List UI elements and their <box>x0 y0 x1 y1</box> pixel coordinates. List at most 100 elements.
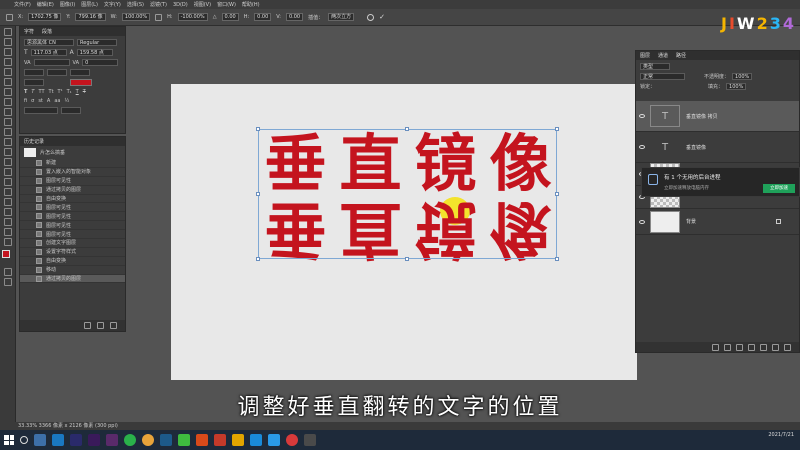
speed-up-button[interactable]: 立即加速 <box>763 184 795 193</box>
font-style-select[interactable]: Regular <box>77 39 117 46</box>
search-icon[interactable] <box>20 436 28 444</box>
layer-row[interactable]: T 垂直镜像 拷贝 <box>636 101 799 132</box>
color-swatches[interactable] <box>1 250 14 262</box>
hand-tool-icon[interactable] <box>3 218 12 226</box>
history-item[interactable]: 创建文字图层 <box>20 239 125 248</box>
menu-help[interactable]: 帮助(H) <box>242 1 260 8</box>
folder-icon[interactable] <box>232 434 244 446</box>
crop-tool-icon[interactable] <box>3 68 12 76</box>
horizontal-scale-field[interactable] <box>47 69 67 76</box>
history-item-selected[interactable]: 通过拷贝的图层 <box>20 274 125 284</box>
app-icon[interactable] <box>304 434 316 446</box>
subscript-icon[interactable]: T₁ <box>67 89 72 95</box>
layer-style-icon[interactable] <box>724 343 731 351</box>
quick-select-tool-icon[interactable] <box>3 58 12 66</box>
vertical-scale-field[interactable] <box>24 69 44 76</box>
tab-paragraph[interactable]: 段落 <box>42 28 52 35</box>
quick-mask-icon[interactable] <box>3 268 12 276</box>
app-icon[interactable] <box>250 434 262 446</box>
swash-icon[interactable]: st <box>38 98 43 104</box>
system-tray[interactable]: 2021/7/21 <box>768 432 794 438</box>
baseline-shift-field[interactable] <box>70 69 90 76</box>
font-family-select[interactable]: 思源黑体 CN <box>24 39 74 46</box>
ordinals-icon[interactable]: aa <box>54 98 60 104</box>
kerning-field[interactable] <box>33 59 70 66</box>
app-icon[interactable] <box>268 434 280 446</box>
eye-icon[interactable] <box>639 219 645 224</box>
layer-row[interactable]: 背景 <box>636 209 799 235</box>
group-icon[interactable] <box>760 343 767 351</box>
path-select-tool-icon[interactable] <box>3 198 12 206</box>
tab-channels[interactable]: 通道 <box>658 52 668 59</box>
history-item[interactable]: 移动 <box>20 266 125 275</box>
history-item[interactable]: 图层可见性 <box>20 230 125 240</box>
history-panel-title[interactable]: 历史记录 <box>24 138 44 145</box>
superscript-icon[interactable]: T¹ <box>58 89 63 95</box>
cancel-transform-icon[interactable] <box>367 13 375 21</box>
foreground-color-swatch[interactable] <box>1 250 10 258</box>
clone-stamp-tool-icon[interactable] <box>3 118 12 126</box>
tab-paths[interactable]: 路径 <box>676 52 686 59</box>
brush-tool-icon[interactable] <box>3 108 12 116</box>
lasso-tool-icon[interactable] <box>3 48 12 56</box>
strikethrough-icon[interactable]: T <box>83 89 86 95</box>
transform-handle[interactable] <box>405 127 409 131</box>
menu-image[interactable]: 图像(I) <box>60 1 75 8</box>
type-tool-icon[interactable] <box>3 188 12 196</box>
history-item[interactable]: 设置字符样式 <box>20 248 125 257</box>
transform-handle[interactable] <box>555 257 559 261</box>
camera-icon[interactable] <box>97 322 104 329</box>
layer-row[interactable]: T 垂直镜像 <box>636 132 799 163</box>
menu-type[interactable]: 文字(Y) <box>104 1 121 8</box>
menu-3d[interactable]: 3D(D) <box>173 2 188 8</box>
menu-layer[interactable]: 图层(L) <box>81 1 98 8</box>
history-item[interactable]: 置入嵌入的智能对象 <box>20 168 125 177</box>
history-item[interactable]: 自由变换 <box>20 257 125 266</box>
angle-field[interactable]: 0.00 <box>221 13 239 21</box>
tracking-field[interactable]: 0 <box>82 59 119 66</box>
gradient-tool-icon[interactable] <box>3 148 12 156</box>
old-style-icon[interactable]: σ <box>31 98 34 104</box>
faux-bold-icon[interactable]: T <box>24 89 27 95</box>
commit-transform-icon[interactable]: ✓ <box>379 13 385 21</box>
frame-tool-icon[interactable] <box>3 78 12 86</box>
eraser-tool-icon[interactable] <box>3 138 12 146</box>
y-field[interactable]: 799.16 像 <box>75 13 106 21</box>
baseline-field[interactable] <box>24 79 44 86</box>
shape-tool-icon[interactable] <box>3 208 12 216</box>
v-skew-field[interactable]: 0.00 <box>285 13 304 21</box>
fractions-icon[interactable]: ½ <box>64 98 69 104</box>
blur-tool-icon[interactable] <box>3 158 12 166</box>
marquee-tool-icon[interactable] <box>3 38 12 46</box>
menu-filter[interactable]: 滤镜(T) <box>150 1 167 8</box>
menu-file[interactable]: 文件(F) <box>14 1 31 8</box>
text-color-swatch[interactable] <box>70 79 92 86</box>
history-item[interactable]: 图层可见性 <box>20 212 125 222</box>
history-item[interactable]: 图层可见性 <box>20 177 125 186</box>
font-size-field[interactable]: 117.03 点 <box>30 49 67 56</box>
w-field[interactable]: 100.00% <box>121 13 151 21</box>
h-field[interactable]: -100.00% <box>177 13 208 21</box>
ligature-icon[interactable]: fi <box>24 98 27 104</box>
edit-toolbar-icon[interactable] <box>3 238 12 246</box>
all-caps-icon[interactable]: TT <box>38 89 44 95</box>
windows-start-icon[interactable] <box>4 435 14 445</box>
link-layers-icon[interactable] <box>712 343 719 351</box>
zoom-tool-icon[interactable] <box>3 228 12 236</box>
link-icon[interactable] <box>155 13 163 21</box>
titling-icon[interactable]: A <box>47 98 50 104</box>
faux-italic-icon[interactable]: T <box>31 89 34 95</box>
transform-handle[interactable] <box>555 127 559 131</box>
h-skew-field[interactable]: 0.00 <box>254 13 272 21</box>
transform-handle[interactable] <box>256 257 260 261</box>
transform-handle[interactable] <box>405 257 409 261</box>
transform-bounding-box[interactable] <box>256 127 559 261</box>
history-item[interactable]: 自由变换 <box>20 195 125 204</box>
chrome-icon[interactable] <box>142 434 154 446</box>
app-icon[interactable] <box>196 434 208 446</box>
history-brush-tool-icon[interactable] <box>3 128 12 136</box>
photoshop-icon[interactable] <box>160 434 172 446</box>
adjustment-layer-icon[interactable] <box>748 343 755 351</box>
reference-point-icon[interactable] <box>6 13 13 21</box>
app-icon[interactable] <box>214 434 226 446</box>
